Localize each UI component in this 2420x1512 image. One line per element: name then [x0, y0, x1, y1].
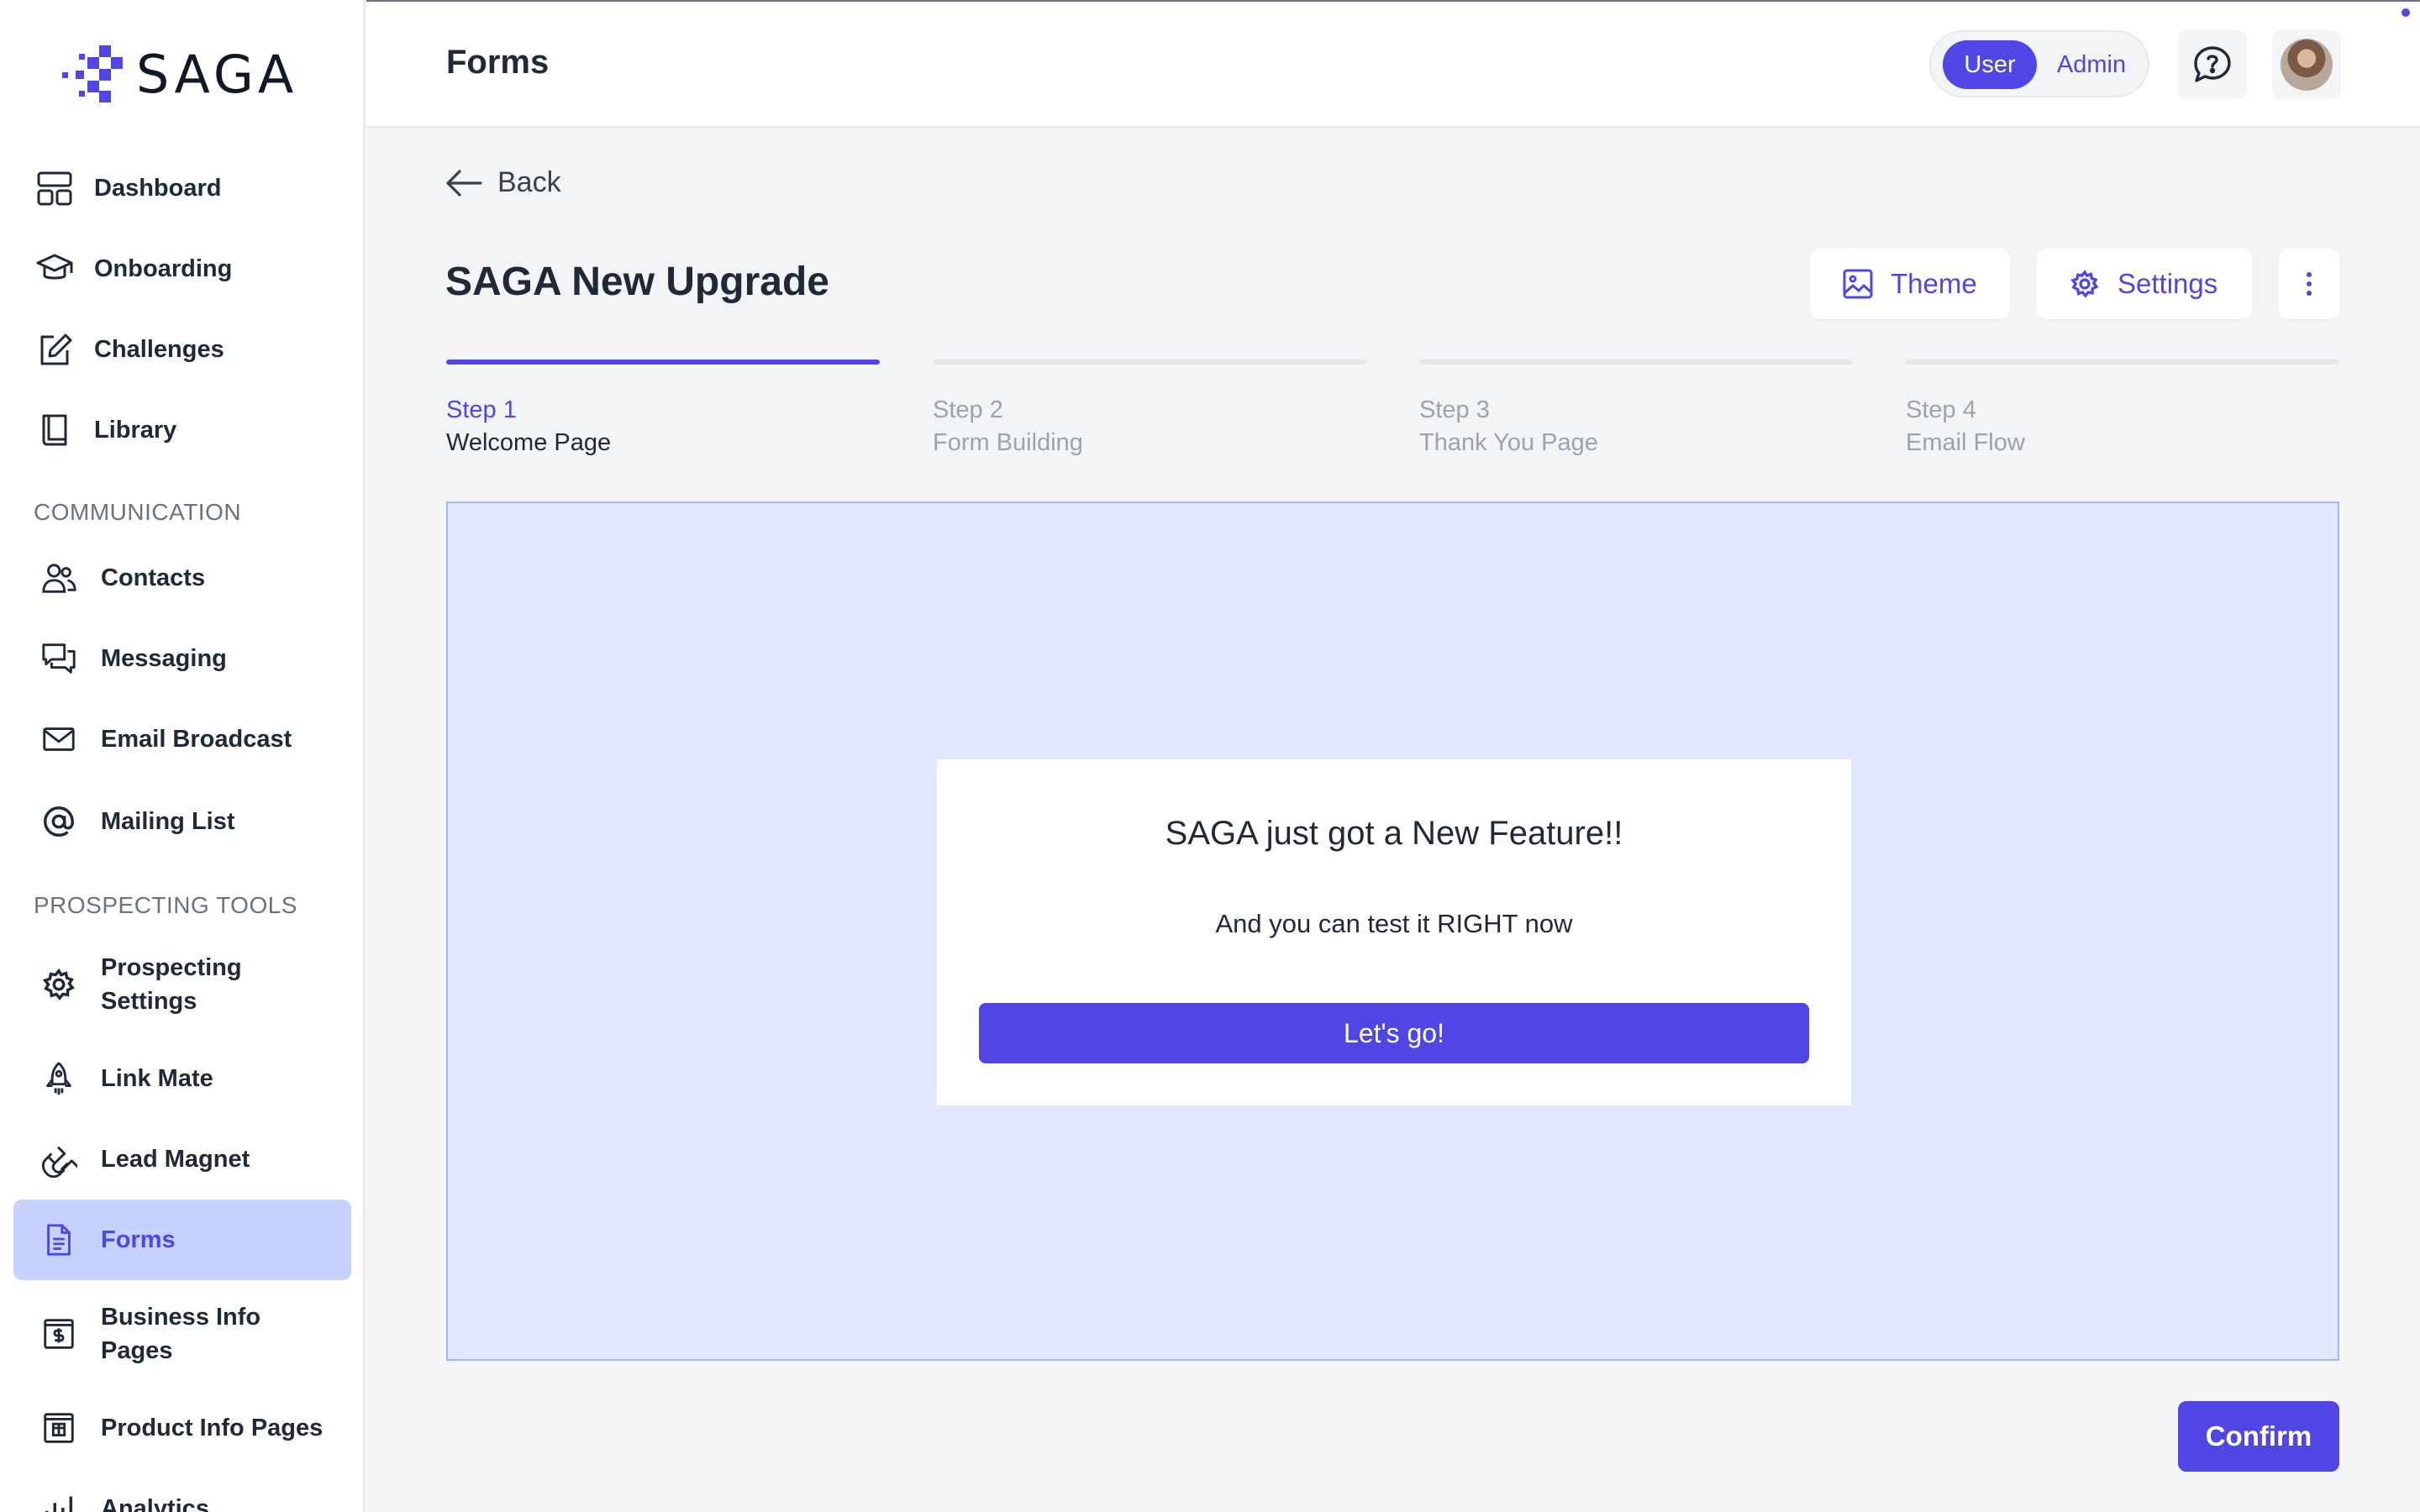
sidebar-item-contacts[interactable]: Contacts	[13, 538, 351, 618]
step-progress-bar	[446, 360, 880, 365]
mail-icon	[43, 727, 75, 751]
settings-label: Settings	[2118, 268, 2218, 299]
status-dot	[2402, 8, 2410, 17]
step-number: Step 1	[446, 396, 517, 423]
welcome-card: SAGA just got a New Feature!! And you ca…	[937, 759, 1851, 1105]
sidebar-item-label: Messaging	[101, 645, 227, 672]
sidebar-item-business-info-pages[interactable]: Business Info Pages	[13, 1294, 351, 1374]
step-progress-bar	[1419, 360, 1853, 365]
sidebar-item-challenges[interactable]: Challenges	[13, 309, 351, 390]
gear-icon	[42, 968, 75, 1001]
step-name: Welcome Page	[446, 429, 612, 456]
sidebar-item-forms[interactable]: Forms	[13, 1200, 351, 1280]
at-sign-icon	[44, 806, 74, 837]
sidebar-item-onboarding[interactable]: Onboarding	[13, 228, 351, 309]
sidebar-item-label: Contacts	[101, 564, 206, 591]
more-options-button[interactable]	[2279, 249, 2339, 319]
sidebar-item-label: Prospecting Settings	[101, 954, 242, 1015]
book-icon	[42, 414, 67, 446]
top-bar: Forms User Admin	[366, 0, 2420, 128]
step-progress-bar	[933, 360, 1366, 365]
step-name: Email Flow	[1906, 429, 2025, 456]
step-welcome-page[interactable]: Step 1 Welcome Page	[446, 360, 880, 457]
page-title: Forms	[446, 44, 550, 81]
step-number: Step 2	[933, 396, 1003, 423]
sidebar-item-label: Library	[94, 417, 177, 444]
dollar-page-icon	[44, 1319, 74, 1349]
lets-go-button[interactable]: Let's go!	[979, 1003, 1809, 1063]
gear-icon	[2070, 270, 2099, 298]
step-progress-bar	[1906, 360, 2339, 365]
dashboard-icon	[37, 171, 72, 206]
avatar	[2281, 39, 2333, 91]
sidebar-item-analytics[interactable]: Analytics	[13, 1468, 351, 1512]
sidebar-item-label: Analytics	[101, 1495, 209, 1512]
magnet-icon	[41, 1146, 77, 1178]
document-icon	[47, 1224, 71, 1256]
sidebar-item-email-broadcast[interactable]: Email Broadcast	[13, 699, 351, 780]
profile-button[interactable]	[2272, 30, 2341, 99]
sidebar-item-mailing-list[interactable]: Mailing List	[13, 781, 351, 862]
arrow-left-icon	[446, 169, 482, 197]
help-button[interactable]	[2178, 30, 2247, 99]
role-toggle[interactable]: User Admin	[1929, 30, 2149, 97]
sidebar-item-label: Email Broadcast	[101, 726, 292, 753]
role-user-option[interactable]: User	[1943, 40, 2037, 89]
step-email-flow[interactable]: Step 4 Email Flow	[1906, 360, 2339, 457]
sidebar-item-label: Dashboard	[94, 175, 222, 202]
sidebar-item-label: Challenges	[94, 336, 224, 363]
step-name: Form Building	[933, 429, 1083, 456]
back-link[interactable]: Back	[445, 166, 561, 199]
sidebar: SAGA Dashboard Onboarding Challenges Lib…	[0, 0, 365, 1512]
step-number: Step 4	[1906, 396, 1976, 423]
step-thank-you-page[interactable]: Step 3 Thank You Page	[1419, 360, 1853, 457]
users-icon	[42, 564, 76, 593]
section-title-prospecting: PROSPECTING TOOLS	[34, 892, 297, 918]
sidebar-item-label: Link Mate	[101, 1065, 213, 1092]
sidebar-item-link-mate[interactable]: Link Mate	[13, 1038, 351, 1119]
sidebar-item-label: Product Info Pages	[101, 1415, 324, 1441]
app-root: SAGA Dashboard Onboarding Challenges Lib…	[0, 0, 2420, 1512]
sidebar-item-prospecting-settings[interactable]: Prospecting Settings	[13, 944, 351, 1025]
settings-button[interactable]: Settings	[2037, 249, 2252, 319]
sidebar-item-lead-magnet[interactable]: Lead Magnet	[13, 1119, 351, 1200]
logo[interactable]: SAGA	[55, 42, 297, 106]
brand-name: SAGA	[136, 43, 298, 105]
sidebar-item-product-info-pages[interactable]: Product Info Pages	[13, 1388, 351, 1468]
sidebar-item-label: Business Info Pages	[101, 1304, 261, 1364]
edit-square-icon	[40, 333, 72, 365]
form-preview: SAGA just got a New Feature!! And you ca…	[446, 501, 2339, 1361]
rocket-icon	[46, 1062, 71, 1095]
sidebar-item-library[interactable]: Library	[13, 390, 351, 470]
help-chat-icon	[2194, 46, 2231, 82]
step-number: Step 3	[1419, 396, 1490, 423]
saga-logo-icon	[62, 45, 123, 102]
sidebar-item-label: Mailing List	[101, 808, 235, 835]
bar-chart-icon	[45, 1496, 73, 1512]
chat-bubbles-icon	[42, 643, 76, 674]
theme-button[interactable]: Theme	[1810, 249, 2010, 319]
sidebar-item-label: Lead Magnet	[101, 1146, 250, 1173]
welcome-subtext: And you can test it RIGHT now	[1215, 909, 1573, 938]
confirm-button[interactable]: Confirm	[2178, 1401, 2339, 1472]
role-admin-option[interactable]: Admin	[2045, 40, 2138, 89]
sidebar-item-label: Forms	[101, 1226, 176, 1253]
form-title: SAGA New Upgrade	[445, 260, 829, 304]
product-page-icon	[44, 1413, 74, 1443]
back-label: Back	[497, 166, 561, 198]
step-form-building[interactable]: Step 2 Form Building	[933, 360, 1366, 457]
sidebar-item-label: Onboarding	[94, 255, 233, 282]
sidebar-item-dashboard[interactable]: Dashboard	[13, 148, 351, 228]
theme-label: Theme	[1891, 268, 1977, 299]
step-name: Thank You Page	[1419, 429, 1598, 456]
more-vertical-icon	[2307, 272, 2312, 296]
sidebar-item-messaging[interactable]: Messaging	[13, 618, 351, 699]
welcome-heading: SAGA just got a New Feature!!	[1165, 815, 1623, 852]
section-title-communication: COMMUNICATION	[34, 499, 242, 525]
graduation-cap-icon	[36, 254, 73, 280]
image-icon	[1843, 269, 1873, 299]
